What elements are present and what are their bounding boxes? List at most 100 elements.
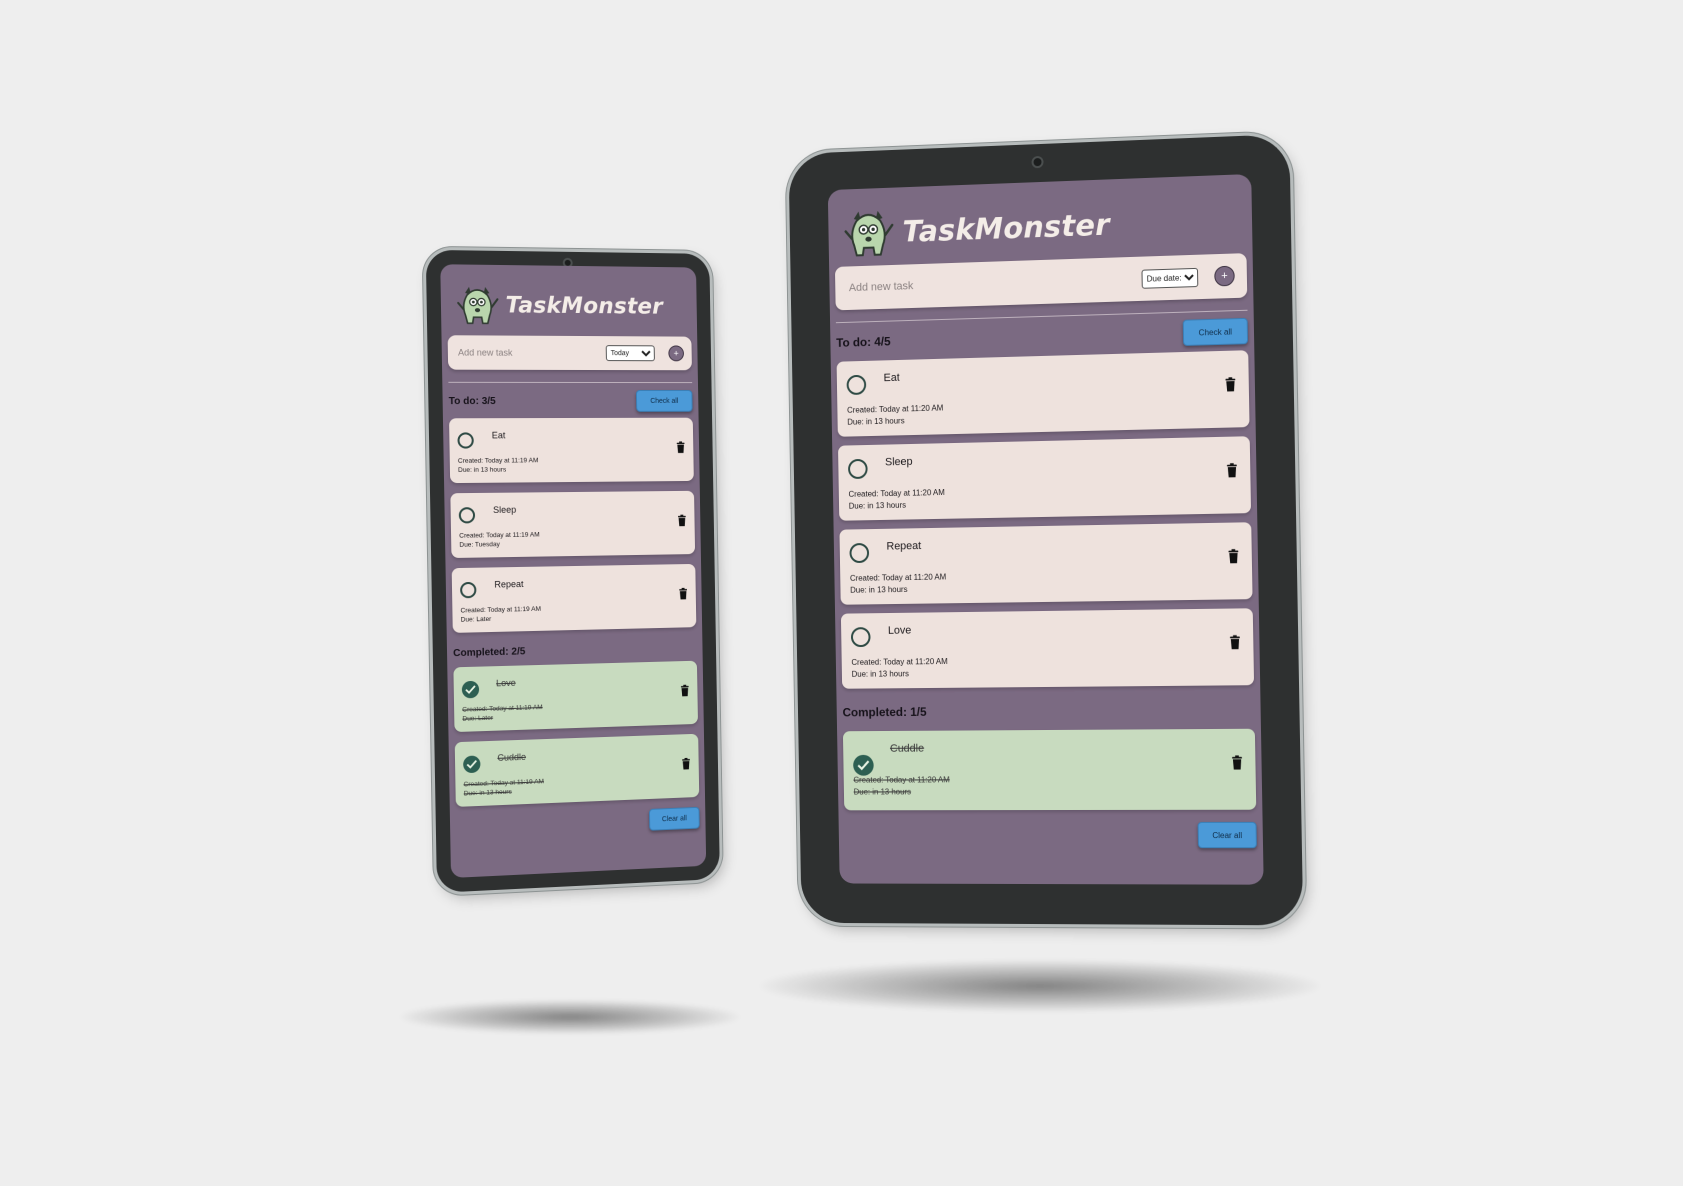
add-task-input[interactable] [455,346,606,360]
task-created: Created: Today at 11:20 AM [847,403,944,415]
empty-circle-icon[interactable] [846,374,867,396]
todo-list: Eat Created: Today at 11:20 AM Due: in 1… [836,350,1255,697]
empty-circle-icon[interactable] [849,542,870,564]
clear-all-button[interactable]: Clear all [648,806,700,831]
task-due: Due: in 13 hours [850,584,908,595]
task-meta: Created: Today at 11:19 AM Due: in 13 ho… [463,777,544,799]
check-all-button[interactable]: Check all [1182,317,1249,346]
todo-list: Eat Created: Today at 11:19 AM Due: in 1… [449,417,697,643]
task-due: Due: in 13 hours [853,786,912,797]
task-name: Love [887,624,912,637]
empty-circle-icon[interactable] [460,581,477,599]
task-card-completed[interactable]: Cuddle Created: Today at 11:20 AM Due: i… [842,728,1257,811]
task-due: Due: in 13 hours [458,466,507,475]
task-due: Due: Later [460,616,492,625]
divider [448,381,693,384]
completed-count-label: Completed: 2/5 [453,646,526,660]
trash-can-icon[interactable] [678,587,688,600]
checkmark-circle-icon[interactable] [463,755,481,774]
task-card[interactable]: Sleep Created: Today at 11:20 AM Due: in… [838,436,1252,521]
add-task-input[interactable] [846,271,1142,296]
task-due: Due: in 13 hours [463,788,512,798]
add-task-button[interactable]: + [668,345,685,362]
checkmark-circle-icon[interactable] [461,680,480,699]
empty-circle-icon[interactable] [458,507,476,524]
clear-all-button[interactable]: Clear all [1197,821,1257,849]
completed-section-header: Completed: 2/5 [453,641,526,663]
trash-can-icon[interactable] [1229,635,1241,650]
tablet-floor-shadow [760,960,1320,1012]
task-meta: Created: Today at 11:19 AM Due: Later [462,703,543,725]
task-name: Cuddle [497,751,527,763]
add-task-bar: Due date: + [834,253,1248,311]
empty-circle-icon[interactable] [847,458,868,480]
task-due: Due: in 13 hours [851,668,909,679]
monster-logo-icon [842,205,896,260]
task-card-completed[interactable]: Love Created: Today at 11:19 AM Due: Lat… [453,660,698,733]
completed-count-label: Completed: 1/5 [842,704,927,720]
due-date-select[interactable]: Today [605,345,655,362]
trash-can-icon[interactable] [1226,463,1238,478]
task-created: Created: Today at 11:20 AM [851,657,948,667]
task-created: Created: Today at 11:20 AM [849,572,947,583]
plus-icon: + [1221,269,1228,282]
task-created: Created: Today at 11:20 AM [848,487,945,499]
task-name: Sleep [884,455,913,469]
phone-screen: TaskMonster Today + To do: 3/5 Check all… [440,264,707,879]
task-name: Repeat [494,578,524,590]
todo-count-label: To do: 3/5 [448,395,496,407]
trash-can-icon[interactable] [680,684,690,697]
task-card[interactable]: Repeat Created: Today at 11:19 AM Due: L… [451,563,697,633]
checkmark-circle-icon[interactable] [853,754,874,776]
completed-section-header: Completed: 1/5 [842,703,926,725]
monster-logo-icon [455,283,500,328]
trash-can-icon[interactable] [1231,755,1243,770]
due-date-select[interactable]: Due date: [1141,267,1199,289]
trash-can-icon[interactable] [1224,377,1236,392]
add-task-bar: Today + [447,335,692,371]
trash-can-icon[interactable] [676,441,686,453]
task-created: Created: Today at 11:19 AM [459,531,540,540]
task-card-completed[interactable]: Cuddle Created: Today at 11:19 AM Due: i… [454,733,700,807]
task-name: Cuddle [889,742,925,755]
app-header: TaskMonster [455,283,664,329]
task-due: Due: in 13 hours [848,500,907,511]
task-meta: Created: Today at 11:19 AM Due: Later [460,605,541,626]
app-title: TaskMonster [902,207,1111,249]
tablet-device: TaskMonster Due date: + To do: 4/5 Check… [788,133,1304,926]
task-meta: Created: Today at 11:19 AM Due: in 13 ho… [458,456,539,476]
task-name: Sleep [493,504,517,515]
task-created: Created: Today at 11:20 AM [853,775,950,785]
task-name: Eat [491,430,506,441]
completed-list: Love Created: Today at 11:19 AM Due: Lat… [453,660,700,817]
task-created: Created: Today at 11:19 AM [460,605,541,615]
task-due: Due: in 13 hours [847,415,905,427]
task-meta: Created: Today at 11:20 AM Due: in 13 ho… [851,656,948,680]
task-created: Created: Today at 11:19 AM [463,778,544,789]
task-card[interactable]: Sleep Created: Today at 11:19 AM Due: Tu… [450,490,696,559]
app-title: TaskMonster [505,292,664,320]
task-card[interactable]: Eat Created: Today at 11:19 AM Due: in 1… [449,417,694,484]
task-name: Love [496,677,516,689]
todo-count-label: To do: 4/5 [836,334,891,350]
empty-circle-icon[interactable] [850,627,871,648]
add-task-button[interactable]: + [1214,265,1235,287]
task-meta: Created: Today at 11:20 AM Due: in 13 ho… [847,402,944,427]
todo-section-header: To do: 3/5 Check all [448,389,693,412]
task-card[interactable]: Love Created: Today at 11:20 AM Due: in … [840,608,1255,689]
task-card[interactable]: Eat Created: Today at 11:20 AM Due: in 1… [836,350,1250,437]
empty-circle-icon[interactable] [457,432,474,449]
task-card[interactable]: Repeat Created: Today at 11:20 AM Due: i… [839,522,1253,605]
tablet-screen: TaskMonster Due date: + To do: 4/5 Check… [827,173,1264,885]
task-meta: Created: Today at 11:19 AM Due: Tuesday [459,530,540,550]
trash-can-icon[interactable] [677,514,687,527]
task-created: Created: Today at 11:19 AM [462,704,543,714]
trash-can-icon[interactable] [681,757,691,770]
task-name: Eat [883,371,900,385]
phone-floor-shadow [400,1000,740,1034]
task-meta: Created: Today at 11:20 AM Due: in 13 ho… [848,487,945,512]
trash-can-icon[interactable] [1227,549,1239,564]
task-meta: Created: Today at 11:20 AM Due: in 13 ho… [853,774,950,797]
check-all-button[interactable]: Check all [635,389,693,412]
completed-list: Cuddle Created: Today at 11:20 AM Due: i… [842,728,1257,819]
